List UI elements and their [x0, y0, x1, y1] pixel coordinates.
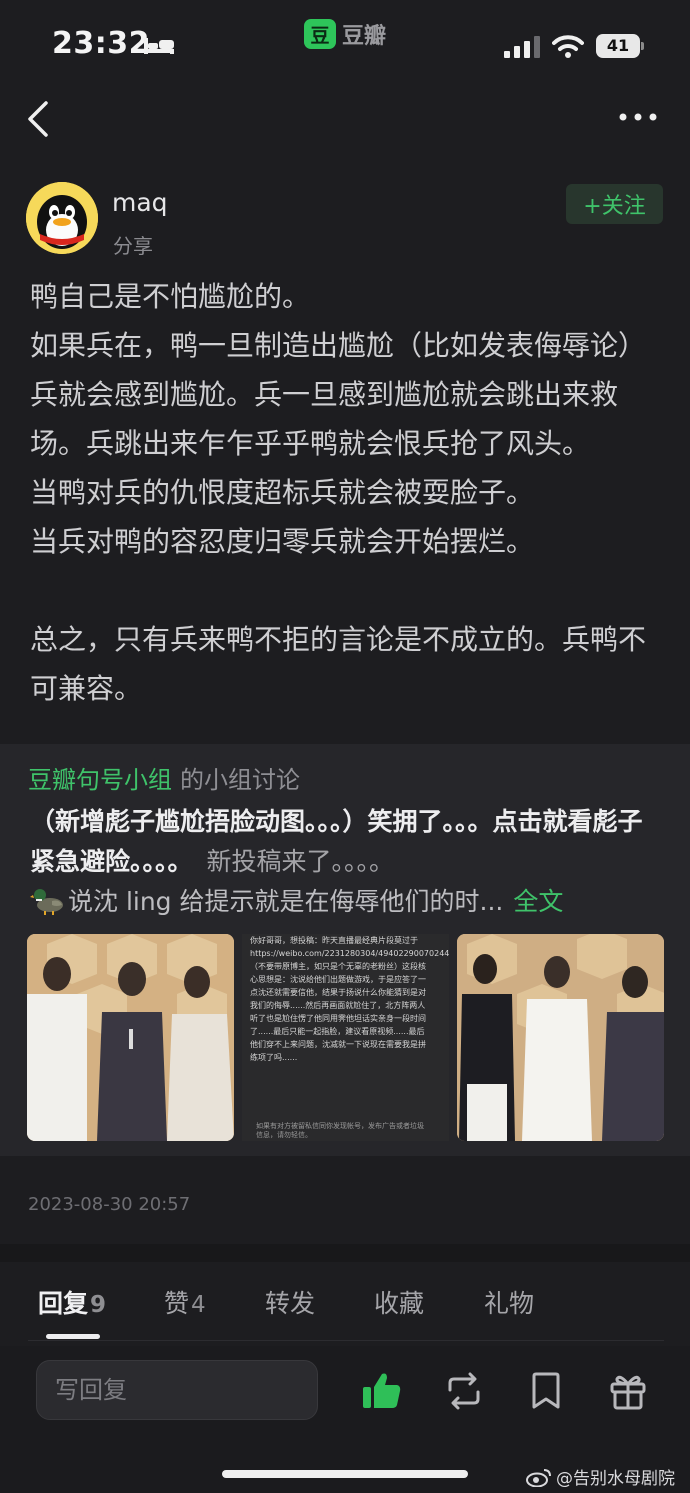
tab-favorites[interactable]: 收藏 [374, 1284, 424, 1320]
tab-count: 4 [191, 1292, 206, 1318]
tab-count: 9 [90, 1292, 107, 1318]
douban-logo-icon: 豆 [304, 19, 336, 49]
stage-photo-image [457, 934, 664, 1141]
group-discussion-card[interactable]: 豆瓣句号小组 的小组讨论 （新增彪子尴尬捂脸动图。。。）笑拥了。。。点击就看彪子紧… [0, 744, 690, 1156]
duck-icon [30, 889, 63, 915]
back-icon[interactable] [26, 100, 52, 138]
post-paragraph: 如果兵在，鸭一旦制造出尴尬（比如发表侮辱论）兵就会感到尴尬。兵一旦感到尴尬就会跳… [30, 329, 647, 460]
tab-likes[interactable]: 赞4 [164, 1284, 206, 1320]
bottom-action-bar: 写回复 @告别水母剧院 [0, 1346, 690, 1493]
section-divider [0, 1244, 690, 1262]
weibo-watermark: @告别水母剧院 [526, 1464, 675, 1489]
post-paragraph: 鸭自己是不怕尴尬的。 [30, 280, 311, 313]
group-post-excerpt: 说沈 ling 给提示就是在侮辱他们的时... 全文 [30, 882, 670, 918]
home-indicator [222, 1470, 468, 1478]
screenshot-footer: 如果有对方被留私信同你发现帐号，发布广告或者垃圾信息，请勿轻信。 [256, 1122, 424, 1139]
app-badge: 豆 豆瓣 [304, 18, 386, 50]
full-text-link[interactable]: 全文 [513, 882, 563, 918]
more-icon[interactable] [618, 110, 658, 124]
tab-reposts[interactable]: 转发 [265, 1284, 315, 1320]
follow-button[interactable]: +关注 [566, 184, 663, 224]
qq-penguin-icon [26, 182, 98, 254]
signal-icon [504, 36, 540, 58]
avatar[interactable] [26, 182, 98, 254]
tab-label: 转发 [265, 1289, 316, 1318]
screenshot-chat-text: 你好哥哥，想投稿：昨天直播最经典片段莫过于https://weibo.com/2… [250, 936, 449, 1062]
thumbs-up-icon[interactable] [362, 1372, 402, 1410]
post-date: 2023-08-30 20:57 [28, 1194, 191, 1215]
wifi-icon [552, 35, 584, 58]
group-header: 豆瓣句号小组 的小组讨论 [28, 760, 300, 795]
tab-label: 礼物 [484, 1289, 535, 1318]
thumbnail-image[interactable] [457, 934, 664, 1141]
battery-indicator: 41 [596, 34, 644, 58]
post-paragraph: 总之，只有兵来鸭不拒的言论是不成立的。兵鸭不可兼容。 [30, 623, 647, 705]
group-post-title-tag: 新投稿来了。。。。 [206, 847, 395, 876]
watermark-text: @告别水母剧院 [556, 1469, 675, 1489]
battery-tip [641, 42, 644, 50]
active-tab-indicator [46, 1334, 100, 1339]
bed-icon [144, 38, 174, 54]
status-time: 23:32 [52, 26, 150, 61]
tab-replies[interactable]: 回复9 [38, 1284, 106, 1320]
tab-gifts[interactable]: 礼物 [484, 1284, 534, 1320]
post-action-label: 分享 [113, 234, 153, 258]
reply-input[interactable]: 写回复 [36, 1360, 318, 1420]
group-post-title[interactable]: （新增彪子尴尬捂脸动图。。。）笑拥了。。。点击就看彪子紧急避险。。。。 新投稿来了… [30, 802, 660, 882]
author-name[interactable]: maq [112, 188, 168, 217]
post-body: 鸭自己是不怕尴尬的。 如果兵在，鸭一旦制造出尴尬（比如发表侮辱论）兵就会感到尴尬… [30, 272, 660, 713]
post-paragraph: 当鸭对兵的仇恨度超标兵就会被耍脸子。 [30, 476, 535, 509]
thumbnail-screenshot[interactable]: 你好哥哥，想投稿：昨天直播最经典片段莫过于https://weibo.com/2… [242, 934, 449, 1141]
tab-divider [28, 1340, 664, 1341]
repost-icon[interactable] [444, 1372, 484, 1410]
tab-label: 回复 [38, 1289, 89, 1318]
group-suffix: 的小组讨论 [180, 766, 300, 794]
stage-photo-image [27, 934, 234, 1141]
thumbnail-image[interactable] [27, 934, 234, 1141]
weibo-icon [526, 1468, 551, 1487]
gift-icon[interactable] [608, 1372, 648, 1410]
bookmark-icon[interactable] [526, 1372, 566, 1410]
excerpt-text: 说沈 ling 给提示就是在侮辱他们的时... [68, 887, 504, 916]
interaction-tabs: 回复9 赞4 转发 收藏 礼物 [0, 1262, 690, 1342]
app-name: 豆瓣 [342, 24, 387, 49]
group-name-link[interactable]: 豆瓣句号小组 [28, 766, 172, 794]
tab-label: 收藏 [374, 1289, 425, 1318]
battery-level: 41 [596, 34, 640, 58]
post-paragraph: 当兵对鸭的容忍度归零兵就会开始摆烂。 [30, 525, 535, 558]
tab-label: 赞 [164, 1289, 190, 1318]
